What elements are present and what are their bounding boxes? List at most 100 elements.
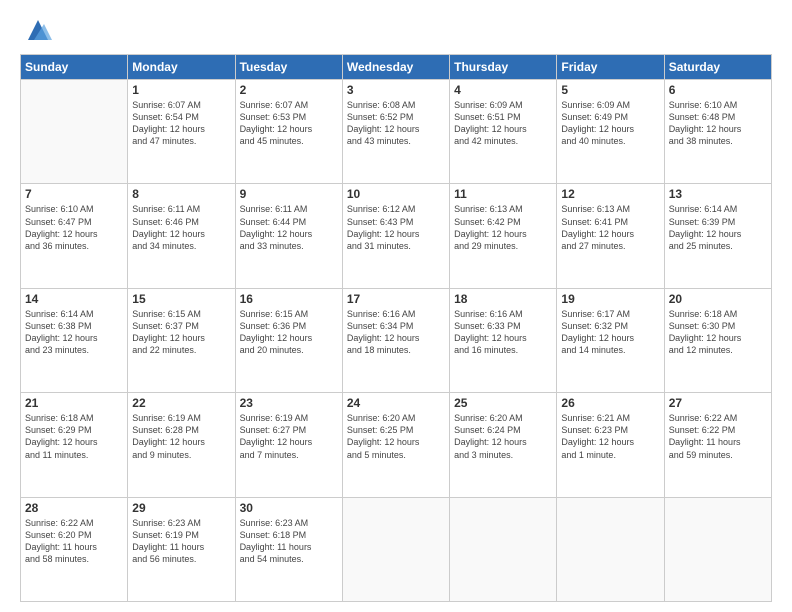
day-number: 22 [132,396,230,410]
cell-info: Sunrise: 6:09 AM Sunset: 6:51 PM Dayligh… [454,99,552,148]
day-number: 25 [454,396,552,410]
day-number: 5 [561,83,659,97]
day-number: 29 [132,501,230,515]
cell-info: Sunrise: 6:20 AM Sunset: 6:24 PM Dayligh… [454,412,552,461]
cell-info: Sunrise: 6:21 AM Sunset: 6:23 PM Dayligh… [561,412,659,461]
col-thursday: Thursday [450,55,557,80]
cell-info: Sunrise: 6:12 AM Sunset: 6:43 PM Dayligh… [347,203,445,252]
calendar-week-row: 7 Sunrise: 6:10 AM Sunset: 6:47 PM Daylig… [21,184,772,288]
cell-info: Sunrise: 6:08 AM Sunset: 6:52 PM Dayligh… [347,99,445,148]
table-cell: 17 Sunrise: 6:16 AM Sunset: 6:34 PM Dayli… [342,288,449,392]
cell-info: Sunrise: 6:11 AM Sunset: 6:44 PM Dayligh… [240,203,338,252]
table-cell: 27 Sunrise: 6:22 AM Sunset: 6:22 PM Dayli… [664,393,771,497]
table-cell: 7 Sunrise: 6:10 AM Sunset: 6:47 PM Daylig… [21,184,128,288]
table-cell: 22 Sunrise: 6:19 AM Sunset: 6:28 PM Dayli… [128,393,235,497]
cell-info: Sunrise: 6:15 AM Sunset: 6:37 PM Dayligh… [132,308,230,357]
table-cell: 20 Sunrise: 6:18 AM Sunset: 6:30 PM Dayli… [664,288,771,392]
cell-info: Sunrise: 6:18 AM Sunset: 6:30 PM Dayligh… [669,308,767,357]
header [20,16,772,44]
cell-info: Sunrise: 6:19 AM Sunset: 6:27 PM Dayligh… [240,412,338,461]
table-cell: 14Sunrise: 6:14 AM Sunset: 6:38 PM Dayli… [21,288,128,392]
calendar-week-row: 28 Sunrise: 6:22 AM Sunset: 6:20 PM Dayli… [21,497,772,601]
day-number: 21 [25,396,123,410]
day-number: 7 [25,187,123,201]
day-number: 9 [240,187,338,201]
day-number: 2 [240,83,338,97]
day-number: 12 [561,187,659,201]
table-cell: 3 Sunrise: 6:08 AM Sunset: 6:52 PM Daylig… [342,80,449,184]
day-number: 20 [669,292,767,306]
cell-info: Sunrise: 6:10 AM Sunset: 6:47 PM Dayligh… [25,203,123,252]
table-cell: 25 Sunrise: 6:20 AM Sunset: 6:24 PM Dayli… [450,393,557,497]
logo [20,16,52,44]
day-number: 28 [25,501,123,515]
table-cell: 19 Sunrise: 6:17 AM Sunset: 6:32 PM Dayli… [557,288,664,392]
col-monday: Monday [128,55,235,80]
day-number: 6 [669,83,767,97]
day-number: 16 [240,292,338,306]
day-number: 30 [240,501,338,515]
cell-info: Sunrise: 6:11 AM Sunset: 6:46 PM Dayligh… [132,203,230,252]
day-number: 3 [347,83,445,97]
table-cell: 9 Sunrise: 6:11 AM Sunset: 6:44 PM Daylig… [235,184,342,288]
table-cell: 23 Sunrise: 6:19 AM Sunset: 6:27 PM Dayli… [235,393,342,497]
cell-info: Sunrise: 6:19 AM Sunset: 6:28 PM Dayligh… [132,412,230,461]
table-cell: 16 Sunrise: 6:15 AM Sunset: 6:36 PM Dayli… [235,288,342,392]
cell-info: Sunrise: 6:16 AM Sunset: 6:34 PM Dayligh… [347,308,445,357]
cell-info: Sunrise: 6:22 AM Sunset: 6:22 PM Dayligh… [669,412,767,461]
table-cell: 8 Sunrise: 6:11 AM Sunset: 6:46 PM Daylig… [128,184,235,288]
day-number: 10 [347,187,445,201]
day-number: 8 [132,187,230,201]
table-cell [342,497,449,601]
table-cell: 11 Sunrise: 6:13 AM Sunset: 6:42 PM Dayli… [450,184,557,288]
day-number: 27 [669,396,767,410]
day-number: 17 [347,292,445,306]
logo-icon [24,16,52,44]
table-cell: 18 Sunrise: 6:16 AM Sunset: 6:33 PM Dayli… [450,288,557,392]
cell-info: Sunrise: 6:09 AM Sunset: 6:49 PM Dayligh… [561,99,659,148]
cell-info: Sunrise: 6:13 AM Sunset: 6:41 PM Dayligh… [561,203,659,252]
table-cell: 5 Sunrise: 6:09 AM Sunset: 6:49 PM Daylig… [557,80,664,184]
day-number: 19 [561,292,659,306]
day-number: 13 [669,187,767,201]
calendar-table: Sunday Monday Tuesday Wednesday Thursday… [20,54,772,602]
table-cell: 2 Sunrise: 6:07 AM Sunset: 6:53 PM Daylig… [235,80,342,184]
cell-info: Sunrise: 6:17 AM Sunset: 6:32 PM Dayligh… [561,308,659,357]
table-cell: 4 Sunrise: 6:09 AM Sunset: 6:51 PM Daylig… [450,80,557,184]
cell-info: Sunrise: 6:07 AM Sunset: 6:54 PM Dayligh… [132,99,230,148]
cell-info: Sunrise: 6:13 AM Sunset: 6:42 PM Dayligh… [454,203,552,252]
cell-info: Sunrise: 6:07 AM Sunset: 6:53 PM Dayligh… [240,99,338,148]
cell-info: Sunrise: 6:23 AM Sunset: 6:19 PM Dayligh… [132,517,230,566]
cell-info: Sunrise: 6:10 AM Sunset: 6:48 PM Dayligh… [669,99,767,148]
day-number: 18 [454,292,552,306]
day-number: 14 [25,292,123,306]
table-cell [450,497,557,601]
day-number: 4 [454,83,552,97]
cell-info: Sunrise: 6:15 AM Sunset: 6:36 PM Dayligh… [240,308,338,357]
cell-info: Sunrise: 6:18 AM Sunset: 6:29 PM Dayligh… [25,412,123,461]
cell-info: Sunrise: 6:22 AM Sunset: 6:20 PM Dayligh… [25,517,123,566]
table-cell [664,497,771,601]
table-cell: 1Sunrise: 6:07 AM Sunset: 6:54 PM Daylig… [128,80,235,184]
table-cell: 12 Sunrise: 6:13 AM Sunset: 6:41 PM Dayli… [557,184,664,288]
day-number: 11 [454,187,552,201]
cell-info: Sunrise: 6:14 AM Sunset: 6:39 PM Dayligh… [669,203,767,252]
col-sunday: Sunday [21,55,128,80]
table-cell: 28 Sunrise: 6:22 AM Sunset: 6:20 PM Dayli… [21,497,128,601]
day-number: 26 [561,396,659,410]
day-number: 15 [132,292,230,306]
table-cell: 10 Sunrise: 6:12 AM Sunset: 6:43 PM Dayli… [342,184,449,288]
col-friday: Friday [557,55,664,80]
col-tuesday: Tuesday [235,55,342,80]
table-cell [557,497,664,601]
cell-info: Sunrise: 6:20 AM Sunset: 6:25 PM Dayligh… [347,412,445,461]
table-cell: 30Sunrise: 6:23 AM Sunset: 6:18 PM Dayli… [235,497,342,601]
table-cell: 24Sunrise: 6:20 AM Sunset: 6:25 PM Dayli… [342,393,449,497]
table-cell: 13 Sunrise: 6:14 AM Sunset: 6:39 PM Dayli… [664,184,771,288]
page: Sunday Monday Tuesday Wednesday Thursday… [0,0,792,612]
calendar-header-row: Sunday Monday Tuesday Wednesday Thursday… [21,55,772,80]
calendar-week-row: 21 Sunrise: 6:18 AM Sunset: 6:29 PM Dayli… [21,393,772,497]
cell-info: Sunrise: 6:16 AM Sunset: 6:33 PM Dayligh… [454,308,552,357]
day-number: 23 [240,396,338,410]
col-saturday: Saturday [664,55,771,80]
